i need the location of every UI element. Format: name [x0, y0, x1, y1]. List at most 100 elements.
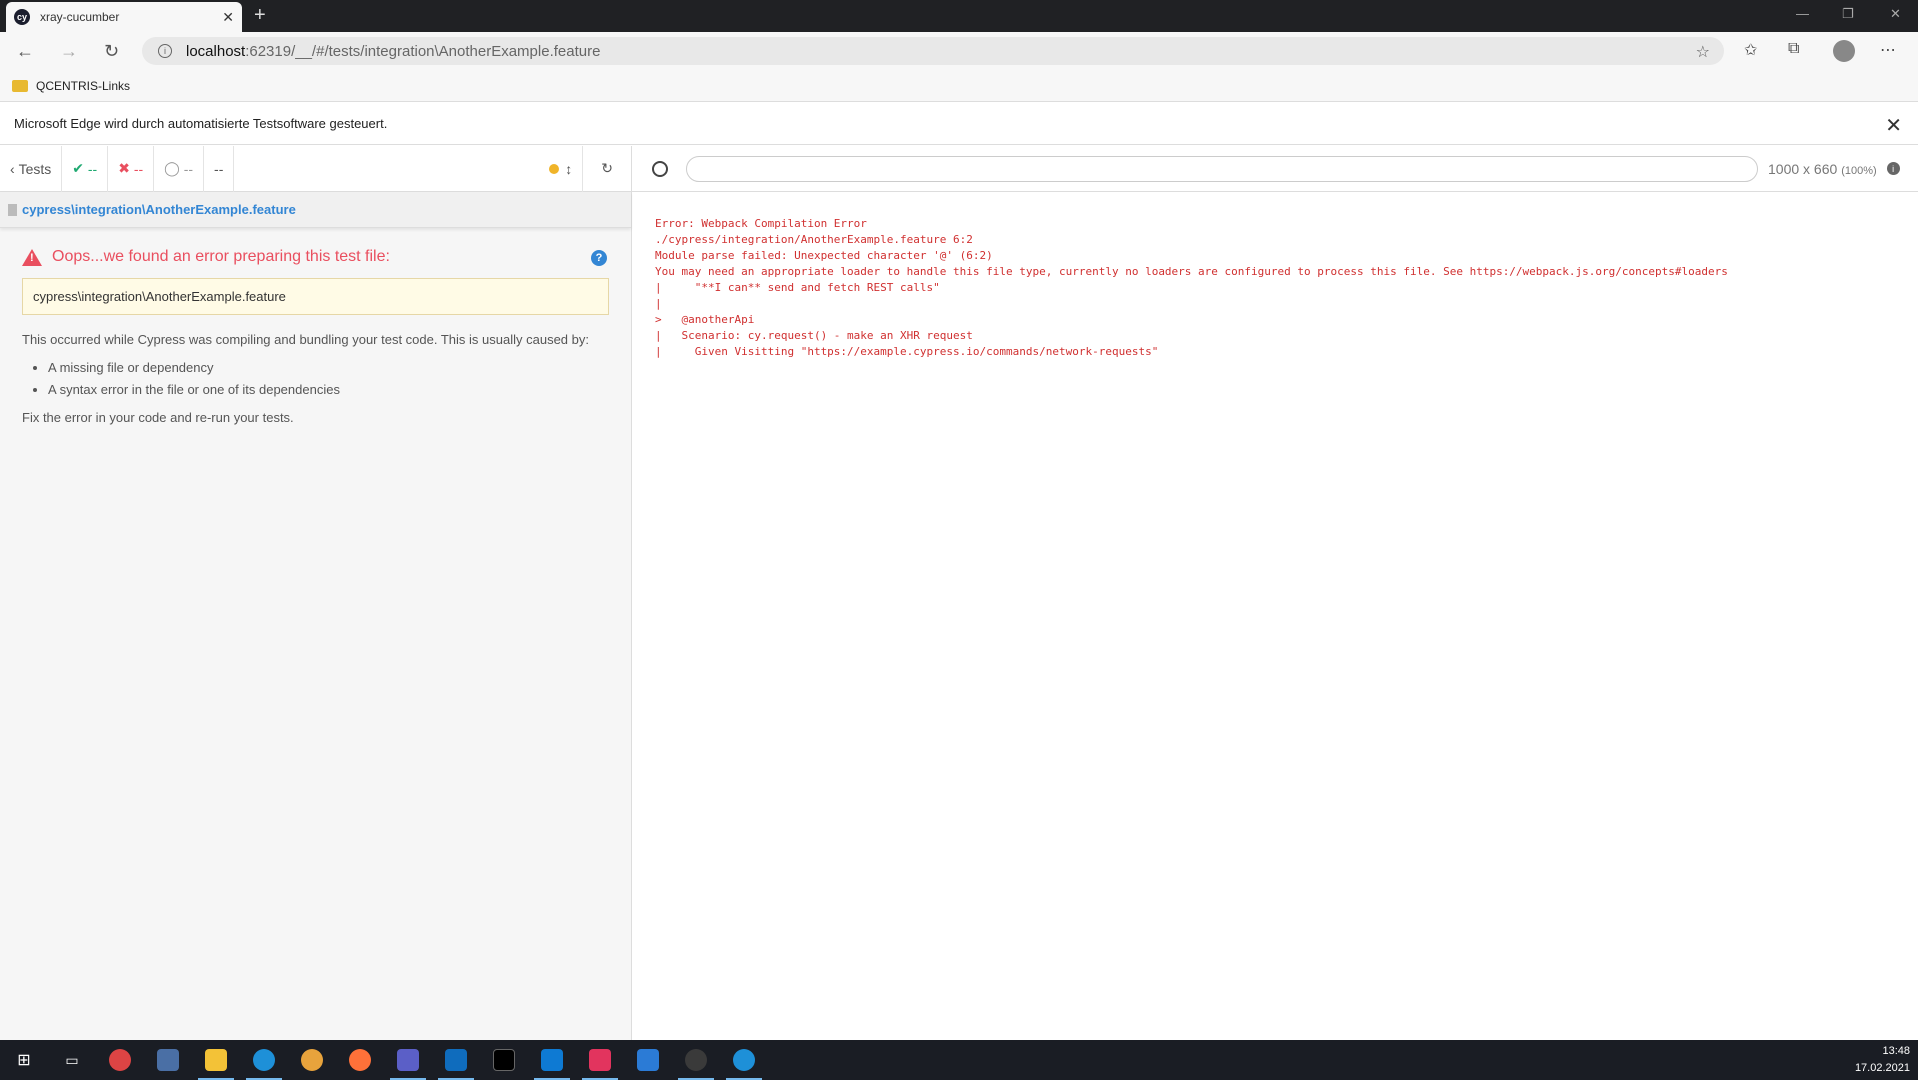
task-view-button[interactable]: ▭ — [48, 1040, 96, 1080]
folder-icon — [12, 79, 28, 92]
taskbar-app[interactable] — [528, 1040, 576, 1080]
taskbar-app[interactable] — [384, 1040, 432, 1080]
infobar-close-icon[interactable]: ✕ — [1885, 113, 1902, 138]
reporter-panel: ‹ Tests ✔ -- ✖ -- ◯ -- -- ↕ ↻ cypress\in… — [0, 145, 632, 1040]
calculator-icon — [157, 1049, 179, 1071]
windows-logo-icon: ⊞ — [17, 1052, 31, 1069]
spec-path-link[interactable]: cypress\integration\AnotherExample.featu… — [22, 202, 296, 217]
browser-tab[interactable]: cy xray-cucumber ✕ — [6, 2, 242, 32]
run-status: ↕ — [539, 146, 582, 192]
new-tab-button[interactable]: + — [254, 4, 266, 27]
firefox-icon — [349, 1049, 371, 1071]
vscode-icon — [541, 1049, 563, 1071]
tab-title: xray-cucumber — [40, 10, 120, 24]
terminal-icon — [493, 1049, 515, 1071]
automation-notice: Microsoft Edge wird durch automatisierte… — [14, 116, 388, 131]
paint-app-icon — [109, 1049, 131, 1071]
error-title: Oops...we found an error preparing this … — [22, 248, 609, 266]
favorites-icon[interactable]: ✩ — [1744, 40, 1757, 60]
viewport-info-icon[interactable]: i — [1886, 162, 1900, 175]
error-file-path: cypress\integration\AnotherExample.featu… — [22, 278, 609, 315]
windows-taskbar: ⊞ ▭ 13:48 17.02.2021 — [0, 1040, 1918, 1080]
scroll-toggle-icon[interactable]: ↕ — [565, 161, 572, 177]
bookmarks-bar: QCENTRIS-Links — [0, 70, 1918, 102]
edge-icon — [253, 1049, 275, 1071]
xray-icon — [637, 1049, 659, 1071]
taskbar-app[interactable] — [624, 1040, 672, 1080]
reload-icon[interactable]: ↻ — [104, 41, 119, 62]
profile-avatar[interactable] — [1833, 40, 1855, 62]
tab-close-icon[interactable]: ✕ — [222, 9, 234, 26]
taskbar-app[interactable] — [96, 1040, 144, 1080]
restore-icon[interactable]: ❐ — [1842, 6, 1854, 22]
check-icon: ✔ — [72, 160, 88, 176]
back-icon[interactable]: ← — [16, 41, 34, 62]
browser-titlebar: cy xray-cucumber ✕ + — ❐ ✕ — [0, 0, 1918, 32]
help-icon[interactable]: ? — [591, 250, 607, 266]
cypress-favicon-icon: cy — [14, 9, 30, 25]
viewport-dimensions: 1000 x 660 — [1768, 160, 1838, 177]
pending-count: -- — [183, 160, 194, 177]
more-menu-icon[interactable]: ⋯ — [1880, 40, 1896, 60]
taskbar-app[interactable] — [480, 1040, 528, 1080]
passed-stat: ✔ -- — [62, 145, 109, 192]
edge-icon — [733, 1049, 755, 1071]
status-dot-icon — [549, 163, 560, 174]
selector-playground-icon[interactable] — [652, 160, 668, 177]
spec-path-bar: cypress\integration\AnotherExample.featu… — [0, 192, 631, 228]
file-explorer-icon — [205, 1049, 227, 1071]
error-title-text: Oops...we found an error preparing this … — [52, 248, 390, 265]
task-view-icon: ▭ — [65, 1051, 79, 1068]
start-button[interactable]: ⊞ — [0, 1040, 48, 1080]
pending-stat: ◯ -- — [154, 145, 205, 192]
intellij-icon — [589, 1049, 611, 1071]
rerun-icon[interactable]: ↻ — [582, 145, 631, 192]
taskbar-app[interactable] — [336, 1040, 384, 1080]
chrome-icon — [301, 1049, 323, 1071]
forward-icon[interactable]: → — [60, 41, 78, 62]
minimize-icon[interactable]: — — [1796, 6, 1809, 21]
error-panel: Oops...we found an error preparing this … — [0, 228, 631, 449]
taskbar-app[interactable] — [576, 1040, 624, 1080]
aut-frame: Error: Webpack Compilation Error ./cypre… — [633, 192, 1918, 1040]
collections-icon[interactable]: ⧉ — [1788, 40, 1799, 58]
viewport-size: 1000 x 660 (100%) — [1768, 161, 1877, 177]
duration-stat: -- — [204, 145, 235, 192]
error-description: This occurred while Cypress was compilin… — [22, 329, 609, 429]
aut-url-field[interactable] — [686, 155, 1758, 182]
site-info-icon[interactable]: i — [158, 44, 172, 58]
cause-item: A missing file or dependency — [48, 357, 609, 379]
window-close-icon[interactable]: ✕ — [1890, 6, 1901, 22]
fix-text: Fix the error in your code and re-run yo… — [22, 410, 294, 425]
tests-back-button[interactable]: ‹ Tests — [0, 145, 63, 192]
url-field[interactable]: i localhost:62319/__/#/tests/integration… — [142, 37, 1724, 65]
taskbar-app[interactable] — [672, 1040, 720, 1080]
teams-icon — [397, 1049, 419, 1071]
failed-count: -- — [133, 160, 144, 177]
taskbar-app[interactable] — [144, 1040, 192, 1080]
automation-infobar: Microsoft Edge wird durch automatisierte… — [0, 103, 1918, 145]
cause-item: A syntax error in the file or one of its… — [48, 379, 609, 401]
address-toolbar: ← → ↻ i localhost:62319/__/#/tests/integ… — [0, 32, 1918, 70]
taskbar-app[interactable] — [288, 1040, 336, 1080]
reporter-header: ‹ Tests ✔ -- ✖ -- ◯ -- -- ↕ ↻ — [0, 145, 631, 192]
taskbar-app[interactable] — [720, 1040, 768, 1080]
chevron-left-icon: ‹ — [10, 160, 19, 177]
passed-count: -- — [87, 160, 98, 177]
failed-stat: ✖ -- — [108, 145, 155, 192]
tests-back-label: Tests — [18, 160, 52, 177]
warning-icon — [22, 248, 42, 266]
file-icon — [8, 203, 17, 216]
favorite-star-icon[interactable]: ☆ — [1696, 42, 1710, 62]
duration-value: -- — [214, 160, 224, 177]
cause-list: A missing file or dependency A syntax er… — [48, 357, 609, 401]
system-clock[interactable]: 13:48 17.02.2021 — [1855, 1043, 1910, 1077]
clock-time: 13:48 — [1882, 1045, 1910, 1057]
taskbar-app[interactable] — [432, 1040, 480, 1080]
taskbar-app[interactable] — [192, 1040, 240, 1080]
taskbar-app[interactable] — [240, 1040, 288, 1080]
url-path: :62319/__/#/tests/integration\AnotherExa… — [245, 42, 601, 60]
bookmark-link[interactable]: QCENTRIS-Links — [36, 79, 130, 93]
aut-header: 1000 x 660 (100%) i — [632, 146, 1918, 192]
cross-icon: ✖ — [118, 160, 134, 176]
